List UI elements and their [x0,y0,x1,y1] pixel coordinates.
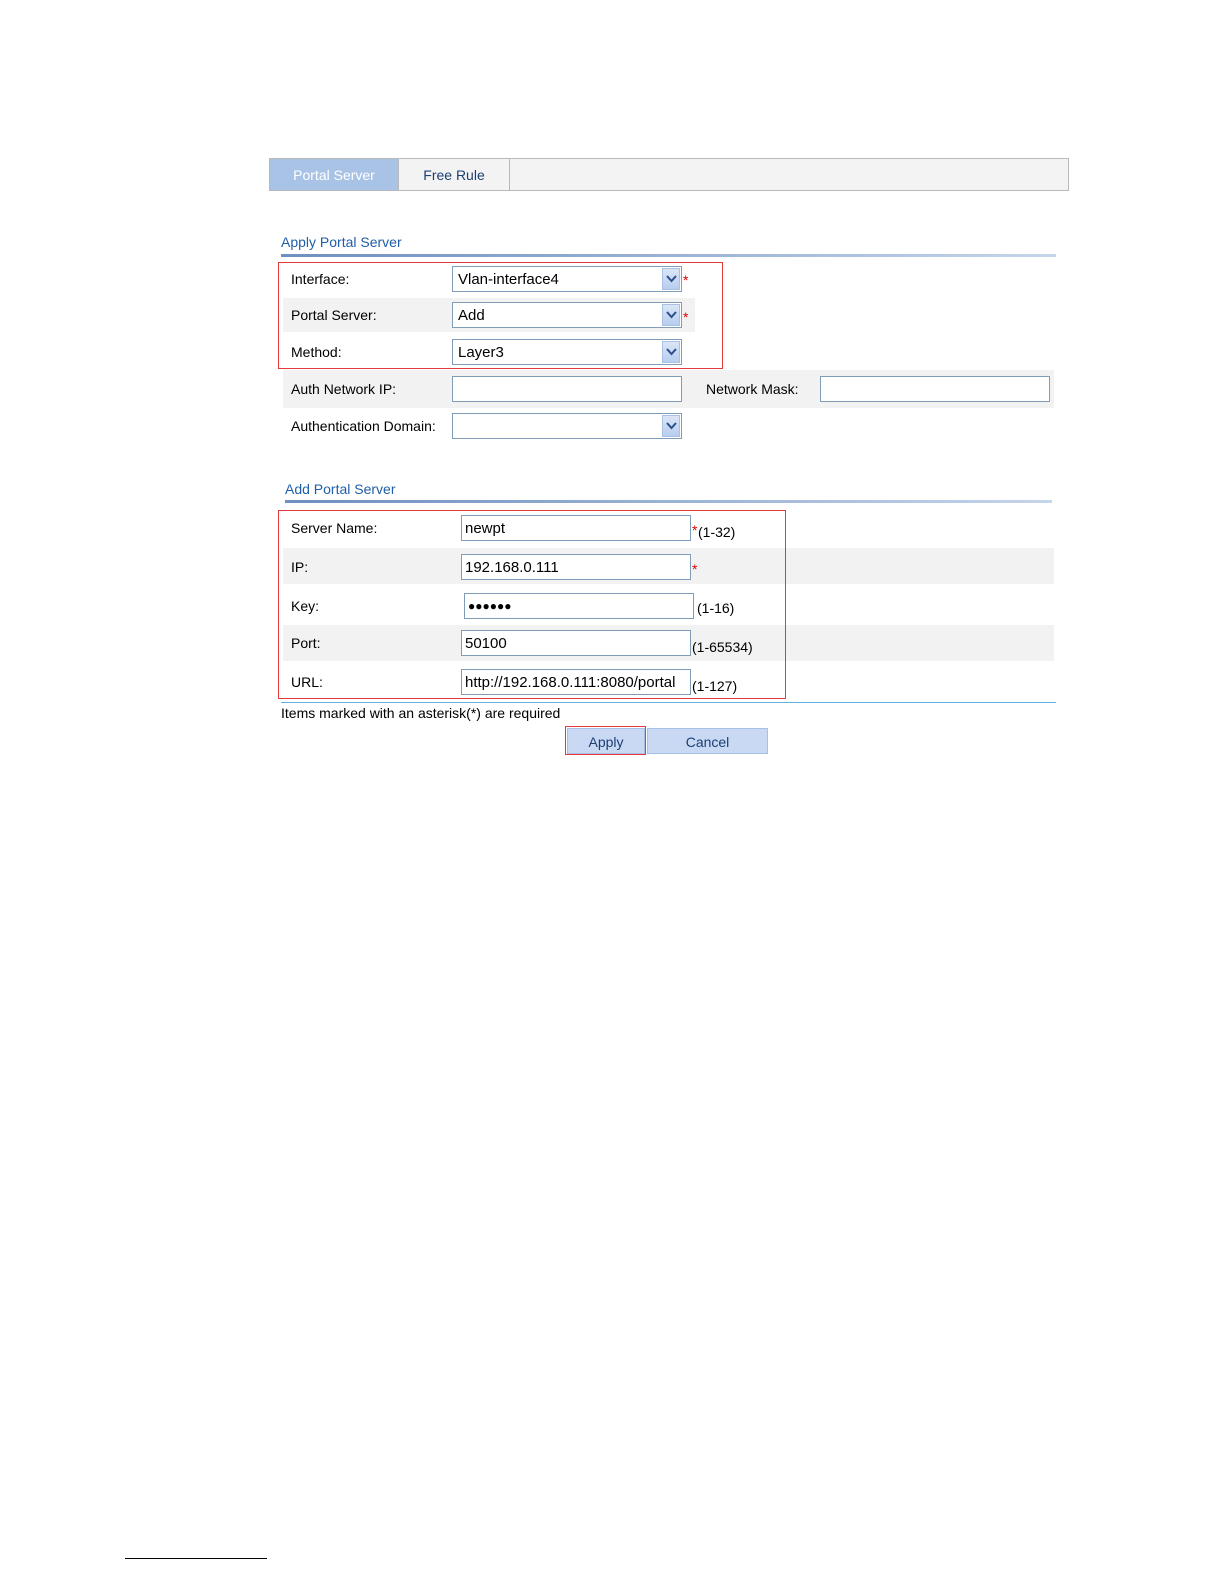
highlight-box-add [278,510,786,699]
auth-domain-label: Authentication Domain: [291,418,436,434]
apply-section-title: Apply Portal Server [281,234,402,250]
highlight-box-apply [278,262,723,369]
network-mask-label: Network Mask: [706,381,799,397]
add-section-divider [285,500,1052,503]
auth-network-ip-input[interactable] [452,376,682,402]
footnote-rule [125,1558,267,1559]
form-bottom-divider [281,702,1056,703]
auth-domain-select[interactable] [452,413,682,439]
cancel-button[interactable]: Cancel [647,728,768,754]
tab-bar: Portal Server Free Rule [269,158,1069,191]
apply-section-divider [281,254,1056,257]
highlight-box-apply-button [565,726,646,755]
network-mask-input[interactable] [820,376,1050,402]
required-note: Items marked with an asterisk(*) are req… [281,705,561,721]
add-section-title: Add Portal Server [285,481,396,497]
tab-free-rule[interactable]: Free Rule [399,159,510,190]
chevron-down-icon [662,415,680,437]
auth-network-ip-label: Auth Network IP: [291,381,397,397]
tab-portal-server[interactable]: Portal Server [270,159,399,190]
